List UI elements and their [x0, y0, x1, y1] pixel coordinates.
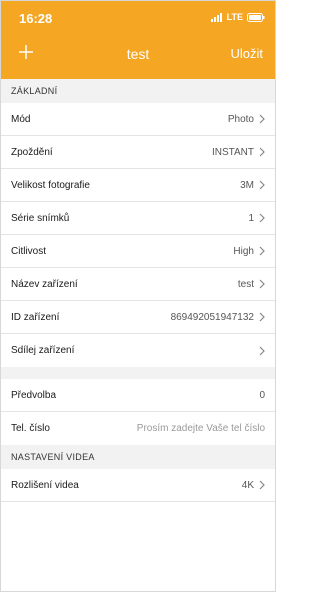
setting-row-sensitivity[interactable]: Citlivost High: [1, 235, 275, 268]
setting-label: Předvolba: [11, 389, 57, 401]
setting-label: Sdílej zařízení: [11, 345, 75, 356]
setting-row-preset[interactable]: Předvolba 0: [1, 379, 275, 412]
setting-label: Velikost fotografie: [11, 179, 90, 191]
setting-label: Název zařízení: [11, 278, 78, 290]
app-header: 16:28 LTE test Uložit: [1, 1, 275, 79]
setting-row-photo-size[interactable]: Velikost fotografie 3M: [1, 169, 275, 202]
setting-row-device-id[interactable]: ID zařízení 869492051947132: [1, 301, 275, 334]
network-type: LTE: [226, 12, 243, 22]
status-indicators: LTE: [210, 12, 265, 22]
chevron-right-icon: [259, 480, 265, 490]
setting-label: Zpoždění: [11, 146, 53, 158]
chevron-right-icon: [259, 147, 265, 157]
chevron-right-icon: [259, 213, 265, 223]
setting-label: Citlivost: [11, 245, 47, 257]
chevron-right-icon: [259, 279, 265, 289]
setting-label: ID zařízení: [11, 311, 60, 323]
phone-number-input[interactable]: Prosím zadejte Vaše tel číslo: [137, 423, 265, 434]
section-header-video: NASTAVENÍ VIDEA: [1, 445, 275, 469]
chevron-right-icon: [259, 114, 265, 124]
setting-label: Rozlišení videa: [11, 479, 79, 491]
nav-bar: test Uložit: [1, 35, 275, 79]
section-spacer: [1, 367, 275, 379]
chevron-right-icon: [259, 180, 265, 190]
setting-value: INSTANT: [211, 146, 254, 158]
setting-label: Tel. číslo: [11, 423, 50, 434]
setting-row-mode[interactable]: Mód Photo: [1, 103, 275, 136]
setting-value: High: [233, 245, 254, 257]
chevron-right-icon: [259, 312, 265, 322]
phone-screen: 16:28 LTE test Uložit ZÁKLADNÍ Mód Photo…: [0, 0, 276, 592]
setting-value: Photo: [227, 113, 254, 125]
setting-value: 869492051947132: [170, 311, 254, 323]
setting-row-video-resolution[interactable]: Rozlišení videa 4K: [1, 469, 275, 502]
status-bar: 16:28 LTE: [1, 1, 275, 35]
setting-row-share-device[interactable]: Sdílej zařízení: [1, 334, 275, 367]
setting-label: Mód: [11, 113, 31, 125]
setting-value: test: [237, 278, 254, 290]
setting-value: 4K: [241, 479, 254, 491]
setting-row-phone-number[interactable]: Tel. číslo Prosím zadejte Vaše tel číslo: [1, 412, 275, 445]
section-header-basic: ZÁKLADNÍ: [1, 79, 275, 103]
save-button[interactable]: Uložit: [230, 46, 263, 61]
setting-value: 1: [248, 212, 254, 224]
setting-row-device-name[interactable]: Název zařízení test: [1, 268, 275, 301]
status-time: 16:28: [19, 11, 53, 26]
chevron-right-icon: [259, 346, 265, 355]
setting-value: 3M: [240, 179, 254, 191]
setting-label: Série snímků: [11, 212, 70, 224]
setting-row-delay[interactable]: Zpoždění INSTANT: [1, 136, 275, 169]
chevron-right-icon: [259, 246, 265, 256]
battery-icon: [247, 12, 265, 22]
signal-icon: [210, 12, 222, 22]
setting-value: 0: [259, 389, 265, 401]
setting-row-burst[interactable]: Série snímků 1: [1, 202, 275, 235]
